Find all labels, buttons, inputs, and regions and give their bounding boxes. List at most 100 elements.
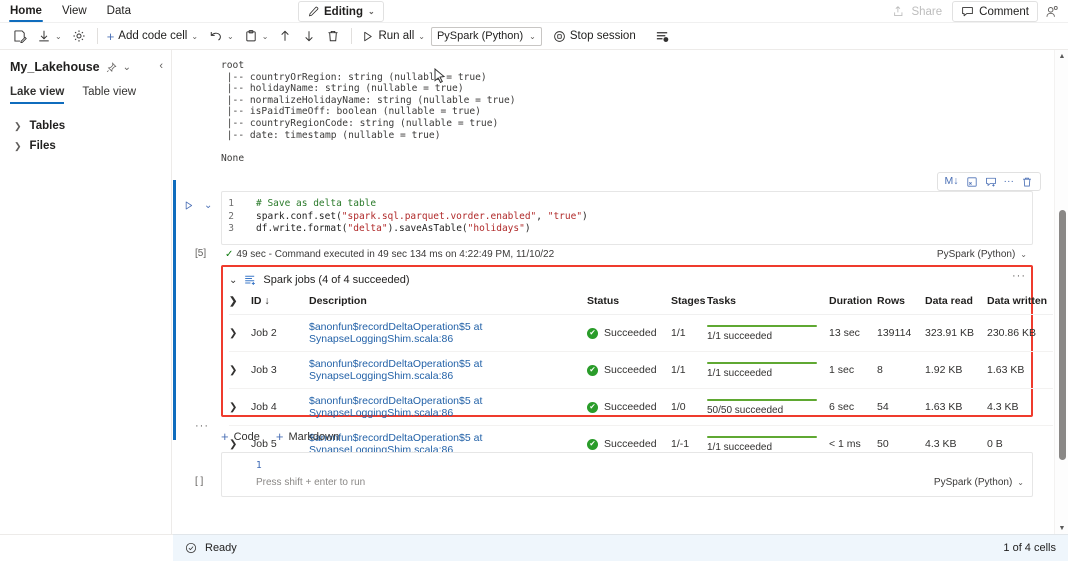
chevron-down-icon: ⌄	[55, 32, 62, 41]
task-progress-label: 1/1 succeeded	[707, 368, 817, 379]
run-cell-button[interactable]	[183, 200, 194, 211]
paste-button[interactable]: ⌄	[239, 25, 274, 47]
tab-lake-view[interactable]: Lake view	[10, 86, 64, 104]
task-progress-bar	[707, 399, 817, 401]
add-code-cell-label: Add code cell	[118, 30, 187, 42]
column-header-tasks[interactable]: Tasks	[707, 291, 829, 315]
move-cell-down-button[interactable]	[297, 25, 321, 47]
column-header-status[interactable]: Status	[587, 291, 671, 315]
lakehouse-header: My_Lakehouse ⌄ ‹	[0, 50, 171, 74]
comment-button[interactable]: Comment	[952, 1, 1038, 22]
stop-session-label: Stop session	[570, 30, 636, 42]
empty-cell-placeholder: Press shift + enter to run	[256, 477, 365, 488]
table-row[interactable]: ❯ Job 4 $anonfun$recordDeltaOperation$5 …	[229, 389, 1053, 426]
add-code-button[interactable]: + Code	[221, 430, 260, 443]
spark-jobs-header: ⌄ Spark jobs (4 of 4 succeeded)	[225, 270, 1029, 290]
chevron-down-icon: ⌄	[418, 32, 425, 41]
people-button[interactable]	[1040, 1, 1064, 22]
explorer-tree: ❯ Tables ❯ Files	[0, 116, 171, 156]
add-markdown-button[interactable]: + Markdown	[276, 430, 339, 443]
stop-session-button[interactable]: Stop session	[550, 25, 642, 47]
job-tasks-cell: 50/50 succeeded	[707, 389, 829, 426]
settings-button[interactable]	[67, 25, 91, 47]
empty-cell-kernel-selector[interactable]: PySpark (Python) ⌄	[934, 477, 1024, 488]
column-header-duration[interactable]: Duration	[829, 291, 877, 315]
task-progress-bar	[707, 325, 817, 327]
row-expand-cell[interactable]: ❯	[229, 352, 251, 389]
cell-options-dots[interactable]: ···	[195, 420, 209, 432]
ribbon-tab-data[interactable]: Data	[97, 0, 141, 23]
collapse-pane-icon[interactable]: ‹	[159, 60, 163, 72]
session-monitor-button[interactable]	[650, 25, 675, 47]
table-row[interactable]: ❯ Job 3 $anonfun$recordDeltaOperation$5 …	[229, 352, 1053, 389]
move-cell-up-button[interactable]	[273, 25, 297, 47]
share-button[interactable]: Share	[885, 1, 950, 22]
scroll-up-arrow-icon[interactable]: ▲	[1055, 50, 1068, 62]
delete-cell-icon[interactable]	[1021, 176, 1033, 188]
scroll-down-arrow-icon[interactable]: ▼	[1055, 522, 1068, 534]
spark-jobs-table-body: ❯ Job 2 $anonfun$recordDeltaOperation$5 …	[229, 315, 1053, 463]
row-expand-cell[interactable]: ❯	[229, 389, 251, 426]
ribbon-tab-data-label: Data	[107, 5, 131, 17]
run-all-label: Run all	[378, 30, 414, 42]
cell-kernel-label: PySpark (Python)	[937, 249, 1015, 260]
tree-item-files[interactable]: ❯ Files	[0, 136, 171, 156]
status-bar: Ready 1 of 4 cells	[173, 534, 1068, 561]
job-stages-cell: 1/1	[671, 315, 707, 352]
add-code-cell-button[interactable]: + Add code cell ⌄	[104, 25, 204, 47]
column-header-id[interactable]: ID ↓	[251, 291, 309, 315]
chevron-right-icon: ❯	[229, 365, 237, 376]
job-description-link[interactable]: $anonfun$recordDeltaOperation$5 at Synap…	[309, 358, 482, 382]
convert-to-markdown-icon[interactable]: M↓	[945, 176, 959, 187]
chevron-right-icon: ❯	[14, 121, 22, 132]
delete-cell-button[interactable]	[321, 25, 345, 47]
expand-all-header[interactable]: ❯	[229, 291, 251, 315]
editing-mode-button[interactable]: Editing ⌄	[298, 1, 384, 22]
column-header-rows[interactable]: Rows	[877, 291, 925, 315]
task-progress-bar	[707, 362, 817, 364]
column-header-data-written[interactable]: Data written	[987, 291, 1053, 315]
share-label: Share	[911, 6, 942, 18]
cell-status-left: ✓ 49 sec - Command executed in 49 sec 13…	[225, 249, 554, 260]
row-expand-cell[interactable]: ❯	[229, 315, 251, 352]
table-row[interactable]: ❯ Job 2 $anonfun$recordDeltaOperation$5 …	[229, 315, 1053, 352]
job-status-text: Succeeded	[604, 401, 657, 413]
collapse-cell-icon[interactable]: ⌄	[204, 200, 212, 211]
column-header-stages[interactable]: Stages	[671, 291, 707, 315]
ribbon-tab-home[interactable]: Home	[0, 0, 52, 23]
clear-output-icon[interactable]	[966, 176, 978, 188]
chevron-down-icon[interactable]: ⌄	[123, 62, 131, 73]
job-data-written-cell: 1.63 KB	[987, 352, 1053, 389]
column-header-description[interactable]: Description	[309, 291, 587, 315]
kernel-selector[interactable]: PySpark (Python) ⌄	[431, 27, 542, 46]
task-progress-label: 1/1 succeeded	[707, 331, 817, 342]
scrollbar-thumb[interactable]	[1059, 210, 1066, 460]
pin-icon[interactable]	[106, 62, 117, 73]
add-comment-icon[interactable]	[985, 176, 997, 188]
tab-table-view-label: Table view	[82, 86, 136, 98]
status-badge: ✔ Succeeded	[587, 438, 671, 450]
job-description-link[interactable]: $anonfun$recordDeltaOperation$5 at Synap…	[309, 395, 482, 419]
more-options-icon[interactable]: ···	[1004, 176, 1015, 187]
download-button[interactable]: ⌄	[32, 25, 67, 47]
vertical-scrollbar[interactable]: ▲ ▼	[1054, 50, 1068, 534]
share-icon	[893, 5, 906, 18]
comment-label: Comment	[979, 6, 1029, 18]
cell-hover-toolbar: M↓ ···	[937, 172, 1042, 191]
collapse-spark-jobs-icon[interactable]: ⌄	[229, 275, 237, 286]
empty-code-cell[interactable]: 1 Press shift + enter to run PySpark (Py…	[221, 452, 1033, 497]
undo-icon	[209, 29, 223, 43]
column-header-data-read[interactable]: Data read	[925, 291, 987, 315]
spark-jobs-more-icon[interactable]: ···	[1012, 270, 1026, 282]
code-cell-editor[interactable]: 1 # Save as delta table 2 spark.conf.set…	[221, 191, 1033, 245]
job-description-link[interactable]: $anonfun$recordDeltaOperation$5 at Synap…	[309, 321, 482, 345]
download-icon	[37, 29, 51, 43]
run-all-button[interactable]: Run all ⌄	[358, 25, 431, 47]
save-button[interactable]	[8, 25, 32, 47]
cell-kernel-selector[interactable]: PySpark (Python) ⌄	[937, 249, 1027, 260]
job-rows-cell: 8	[877, 352, 925, 389]
undo-button[interactable]: ⌄	[204, 25, 239, 47]
ribbon-tab-view[interactable]: View	[52, 0, 97, 23]
tree-item-tables[interactable]: ❯ Tables	[0, 116, 171, 136]
tab-table-view[interactable]: Table view	[82, 86, 136, 104]
